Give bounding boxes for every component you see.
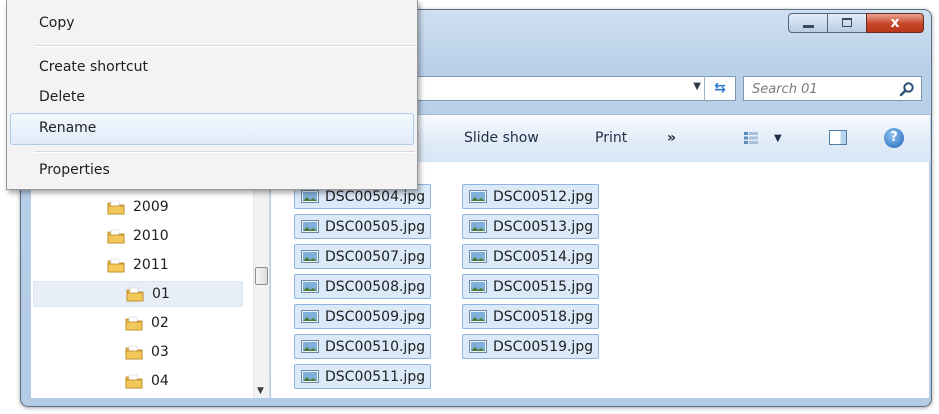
folder-icon	[107, 229, 125, 243]
image-file-icon	[469, 310, 487, 323]
change-view-icon[interactable]	[744, 132, 758, 144]
image-file-icon	[301, 190, 319, 203]
file-name: DSC00514.jpg	[493, 248, 594, 265]
file-item[interactable]: DSC00511.jpg	[294, 364, 432, 389]
tree-item-01-selected[interactable]: 01	[33, 281, 243, 307]
tree-item-label: 01	[152, 286, 170, 302]
file-item[interactable]: DSC00513.jpg	[462, 214, 600, 239]
scroll-down-arrow-icon[interactable]: ▼	[257, 386, 264, 396]
context-menu: Copy Create shortcut Delete Rename Prope…	[6, 0, 418, 190]
file-item[interactable]: DSC00510.jpg	[294, 334, 432, 359]
file-name: DSC00509.jpg	[325, 308, 426, 325]
image-file-icon	[469, 280, 487, 293]
print-button[interactable]: Print	[595, 130, 627, 146]
slideshow-button[interactable]: Slide show	[464, 130, 539, 146]
file-item[interactable]: DSC00518.jpg	[462, 304, 600, 329]
file-name: DSC00510.jpg	[325, 338, 426, 355]
file-name: DSC00512.jpg	[493, 188, 594, 205]
tree-item-label: 02	[151, 315, 169, 331]
tree-item-label: 2011	[133, 257, 169, 273]
tree-item-2010[interactable]: 2010	[107, 223, 169, 249]
view-options-dropdown-icon[interactable]: ▼	[774, 133, 782, 144]
file-item[interactable]: DSC00505.jpg	[294, 214, 432, 239]
file-name: DSC00507.jpg	[325, 248, 426, 265]
close-button[interactable]: x	[866, 13, 924, 33]
refresh-icon[interactable]: ⇆	[704, 76, 735, 101]
file-item[interactable]: DSC00519.jpg	[462, 334, 600, 359]
tree-item-2011[interactable]: 2011	[107, 252, 169, 278]
more-commands-button[interactable]: »	[667, 130, 676, 146]
caption-buttons: x	[788, 13, 924, 33]
nav-scrollbar[interactable]: ▼	[253, 162, 269, 398]
image-file-icon	[469, 220, 487, 233]
menu-item-delete[interactable]: Delete	[39, 89, 85, 105]
file-name: DSC00511.jpg	[325, 368, 426, 385]
image-file-icon	[301, 310, 319, 323]
tree-item-label: 04	[151, 373, 169, 389]
file-item[interactable]: DSC00515.jpg	[462, 274, 600, 299]
folder-icon	[125, 374, 143, 388]
tree-item-label: 03	[151, 344, 169, 360]
image-file-icon	[469, 250, 487, 263]
image-file-icon	[301, 340, 319, 353]
folder-icon	[125, 345, 143, 359]
maximize-icon	[842, 18, 852, 27]
search-icon[interactable]	[899, 81, 915, 97]
navigation-pane: 2009 2010 2011 01 02 03 04 ▼	[31, 162, 270, 398]
tree-item-label: 2010	[133, 228, 169, 244]
help-icon[interactable]: ?	[884, 128, 904, 148]
scrollbar-thumb[interactable]	[255, 267, 268, 285]
tree-item-label: 2009	[133, 199, 169, 215]
close-icon: x	[890, 15, 900, 31]
preview-pane-icon[interactable]	[829, 130, 847, 145]
file-name: DSC00504.jpg	[325, 188, 426, 205]
image-file-icon	[301, 370, 319, 383]
file-name: DSC00508.jpg	[325, 278, 426, 295]
file-item[interactable]: DSC00507.jpg	[294, 244, 432, 269]
menu-item-properties[interactable]: Properties	[39, 162, 110, 178]
search-input[interactable]	[750, 79, 894, 100]
minimize-icon	[803, 25, 814, 28]
image-file-icon	[301, 280, 319, 293]
maximize-button[interactable]	[827, 13, 867, 33]
menu-item-rename[interactable]: Rename	[39, 120, 96, 136]
tree-item-2009[interactable]: 2009	[107, 194, 169, 220]
folder-icon	[125, 316, 143, 330]
file-name: DSC00505.jpg	[325, 218, 426, 235]
folder-icon	[107, 200, 125, 214]
image-file-icon	[301, 220, 319, 233]
tree-item-04[interactable]: 04	[125, 368, 169, 394]
file-name: DSC00518.jpg	[493, 308, 594, 325]
menu-item-create-shortcut[interactable]: Create shortcut	[39, 59, 148, 75]
file-name: DSC00513.jpg	[493, 218, 594, 235]
tree-item-03[interactable]: 03	[125, 339, 169, 365]
menu-separator	[35, 151, 415, 153]
file-item[interactable]: DSC00508.jpg	[294, 274, 432, 299]
file-item[interactable]: DSC00512.jpg	[462, 184, 600, 209]
file-name: DSC00519.jpg	[493, 338, 594, 355]
image-file-icon	[469, 190, 487, 203]
search-box[interactable]	[743, 76, 922, 101]
image-file-icon	[469, 340, 487, 353]
tree-item-02[interactable]: 02	[125, 310, 169, 336]
menu-separator	[35, 45, 415, 47]
minimize-button[interactable]	[788, 13, 828, 33]
image-file-icon	[301, 250, 319, 263]
folder-icon	[107, 258, 125, 272]
folder-icon	[126, 287, 144, 301]
address-history-dropdown-icon[interactable]: ▼	[693, 81, 701, 92]
file-name: DSC00515.jpg	[493, 278, 594, 295]
menu-item-copy[interactable]: Copy	[39, 15, 75, 31]
file-list: DSC00504.jpg DSC00505.jpg DSC00507.jpg D…	[271, 162, 929, 398]
file-item[interactable]: DSC00509.jpg	[294, 304, 432, 329]
file-item[interactable]: DSC00514.jpg	[462, 244, 600, 269]
